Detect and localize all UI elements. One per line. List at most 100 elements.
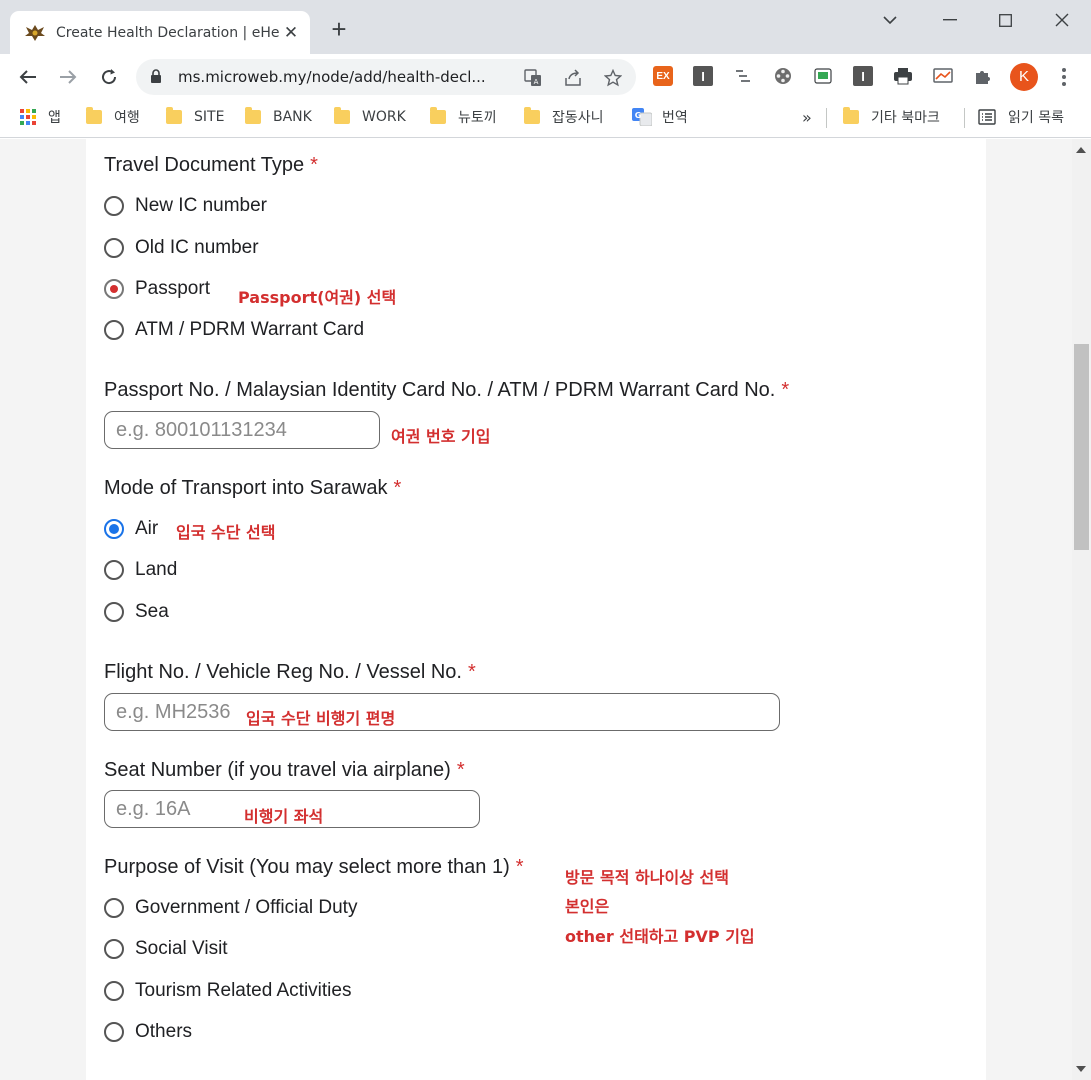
back-arrow-icon[interactable] [14,63,42,91]
reading-list-icon [978,109,996,125]
radio-button[interactable] [104,898,124,918]
tab-search-icon[interactable] [878,8,902,32]
passport-no-label: Passport No. / Malaysian Identity Card N… [104,379,790,401]
radio-label: New IC number [135,195,267,216]
reload-icon[interactable] [95,63,123,91]
share-icon[interactable] [562,67,584,89]
bookmark-folder-travel[interactable]: 여행 [86,106,140,128]
radio-land[interactable]: Land [104,559,177,581]
radio-button[interactable] [104,196,124,216]
browser-tab[interactable]: Create Health Declaration | eHe ✕ [10,11,310,54]
annotation-purpose-1: 방문 목적 하나이상 선택 [565,868,729,887]
radio-button-selected[interactable] [104,519,124,539]
annotation-purpose-2: 본인은 [565,897,610,916]
translate-icon[interactable]: A [522,67,544,89]
radio-label: Air [135,518,159,539]
transport-label: Mode of Transport into Sarawak * [104,477,402,499]
flight-no-label: Flight No. / Vehicle Reg No. / Vessel No… [104,661,476,683]
radio-button[interactable] [104,320,124,340]
close-window-icon[interactable] [1050,8,1074,32]
sarawak-crest-icon [24,22,46,44]
bookmark-folder-work[interactable]: WORK [334,106,406,128]
radio-button[interactable] [104,1022,124,1042]
page-scrollbar[interactable] [1072,139,1091,1080]
scroll-down-arrow-icon[interactable] [1076,1066,1086,1072]
radio-label: Government / Official Duty [135,897,358,918]
radio-label: Passport [135,278,210,299]
extension-i2-icon[interactable]: I [853,66,873,86]
bookmark-folder-site[interactable]: SITE [166,106,224,128]
radio-button[interactable] [104,981,124,1001]
radio-tourism[interactable]: Tourism Related Activities [104,980,351,1002]
form-container: Travel Document Type * New IC number Old … [86,139,986,1080]
annotation-purpose-3: other 선태하고 PVP 기입 [565,927,755,946]
lock-icon[interactable] [150,69,162,89]
extension-ex-icon[interactable]: EX [653,66,673,86]
radio-new-ic[interactable]: New IC number [104,195,267,217]
forward-arrow-icon[interactable] [54,63,82,91]
bookmark-star-icon[interactable] [602,67,624,89]
maximize-icon[interactable] [993,8,1017,32]
bookmark-translate[interactable]: G 번역 [632,106,688,128]
extension-i-icon[interactable]: I [693,66,713,86]
folder-icon [166,107,182,124]
radio-button[interactable] [104,939,124,959]
bookmarks-overflow-button[interactable]: » [802,106,812,128]
annotation-seat: 비행기 좌석 [244,807,324,826]
flight-no-input[interactable] [104,693,780,731]
radio-label: Old IC number [135,237,259,258]
browser-toolbar: ms.microweb.my/node/add/health-decl... A… [0,54,1091,100]
radio-social-visit[interactable]: Social Visit [104,938,228,960]
bookmark-apps[interactable]: 앱 [20,106,61,128]
radio-label: Social Visit [135,938,228,959]
radio-label: Land [135,559,178,580]
svg-text:A: A [534,78,539,86]
scroll-thumb[interactable] [1074,344,1089,550]
bookmark-other-label: 기타 북마크 [871,110,940,126]
menu-dots-icon[interactable] [1054,65,1074,89]
bookmark-label: WORK [362,109,406,125]
bookmark-folder-bank[interactable]: BANK [245,106,312,128]
scroll-up-arrow-icon[interactable] [1076,147,1086,153]
radio-old-ic[interactable]: Old IC number [104,237,259,259]
extension-list-icon[interactable] [733,66,753,86]
reading-list[interactable]: 읽기 목록 [978,106,1064,128]
bookmark-folder-misc[interactable]: 잡동사니 [524,106,604,128]
radio-others[interactable]: Others [104,1021,192,1043]
radio-government[interactable]: Government / Official Duty [104,897,357,919]
bookmark-label: 잡동사니 [552,110,604,126]
radio-button[interactable] [104,238,124,258]
passport-no-input[interactable] [104,411,380,449]
extension-green-icon[interactable] [813,66,833,86]
radio-air[interactable]: Air [104,518,158,540]
required-mark: * [456,759,465,781]
bookmarks-divider [826,108,827,128]
radio-label: Tourism Related Activities [135,980,352,1001]
annotation-passport: Passport(여권) 선택 [238,288,397,307]
address-bar[interactable]: ms.microweb.my/node/add/health-decl... A [136,59,636,95]
bookmarks-divider [964,108,965,128]
radio-atm-pdrm[interactable]: ATM / PDRM Warrant Card [104,319,364,341]
radio-passport[interactable]: Passport [104,278,210,300]
travel-doc-label: Travel Document Type * [104,154,318,176]
new-tab-button[interactable]: + [327,16,351,42]
radio-button[interactable] [104,602,124,622]
profile-avatar[interactable]: K [1010,63,1038,91]
extension-screen-icon[interactable] [933,66,953,86]
extension-printer-icon[interactable] [893,66,913,86]
extension-film-icon[interactable] [773,66,793,86]
folder-icon [245,107,261,124]
radio-button[interactable] [104,560,124,580]
tab-close-icon[interactable]: ✕ [282,23,300,42]
minimize-icon[interactable] [938,8,962,32]
seat-no-label: Seat Number (if you travel via airplane)… [104,759,465,781]
bookmark-label: 여행 [114,110,140,126]
radio-button-selected[interactable] [104,279,124,299]
bookmark-other[interactable]: 기타 북마크 [843,106,940,128]
extensions-puzzle-icon[interactable] [973,66,993,86]
required-mark: * [310,154,318,176]
radio-sea[interactable]: Sea [104,601,169,623]
bookmarks-bar: 앱 여행 SITE BANK WORK 뉴토끼 잡동사니 G 번역 » 기타 북… [0,100,1091,138]
bookmark-label: SITE [194,109,225,125]
bookmark-folder-newtoki[interactable]: 뉴토끼 [430,106,497,128]
